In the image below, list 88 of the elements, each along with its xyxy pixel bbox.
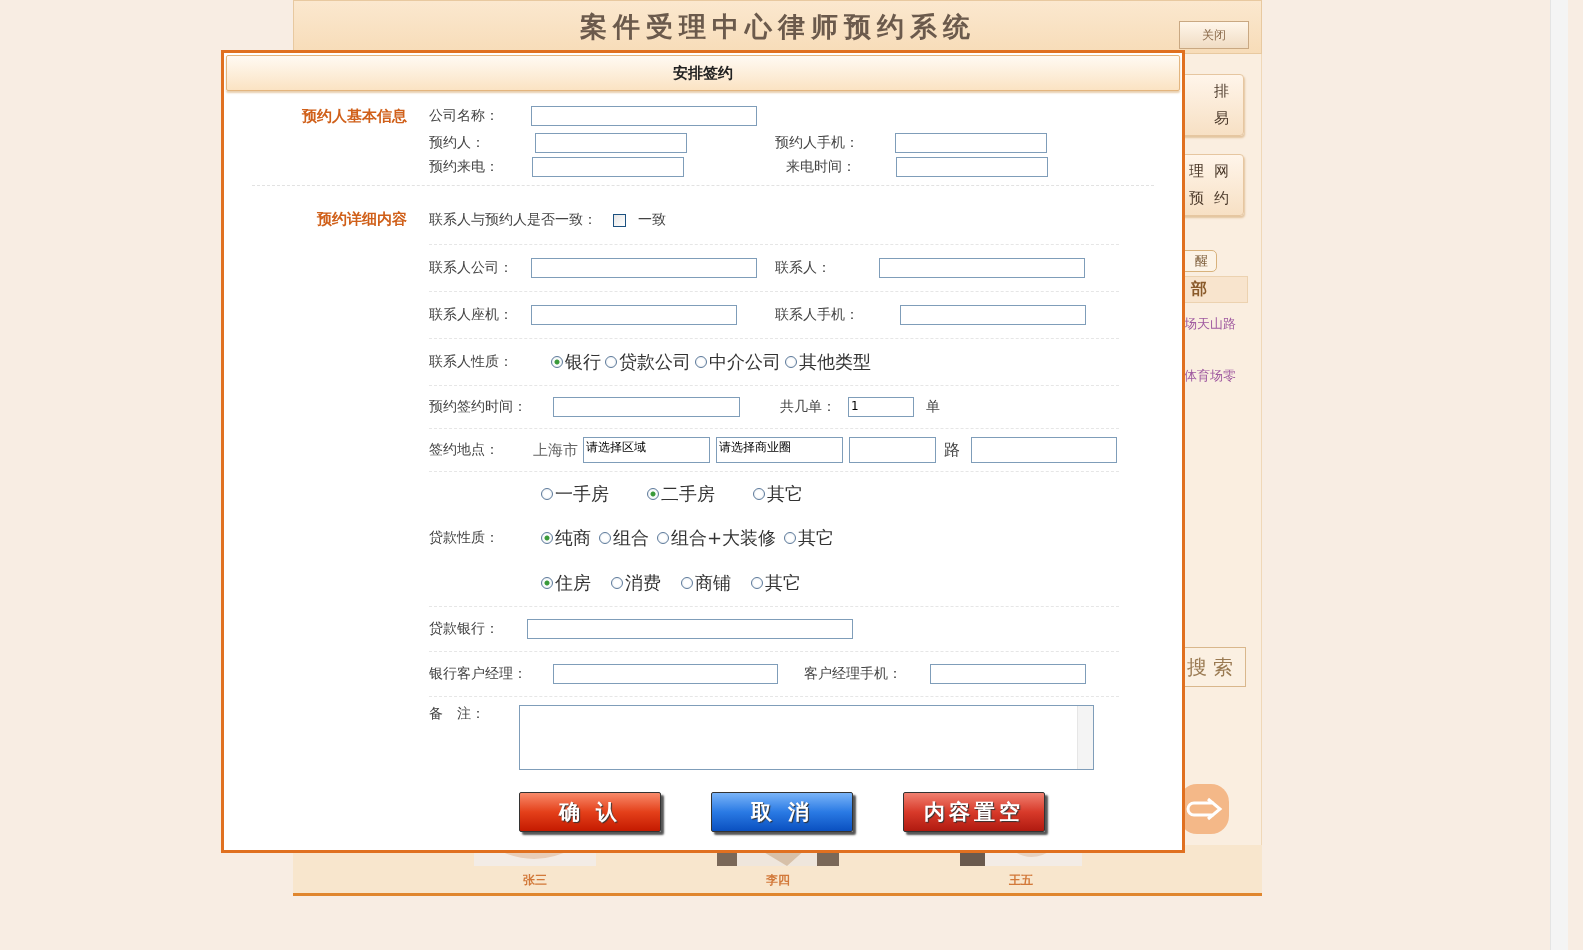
close-button[interactable]: 关闭	[1179, 21, 1249, 49]
radio-option[interactable]: 组合	[599, 526, 649, 550]
input-field[interactable]	[531, 258, 757, 278]
menu-card-text: 理 网	[1189, 162, 1229, 181]
radio-button[interactable]	[541, 577, 553, 589]
input-field[interactable]	[896, 157, 1048, 177]
input-field[interactable]	[553, 397, 740, 417]
radio-button[interactable]	[541, 488, 553, 500]
radio-option[interactable]: 纯商	[541, 526, 591, 550]
scrollbar[interactable]	[1077, 706, 1093, 769]
address-link[interactable]: 场天山路	[1184, 315, 1236, 333]
input-field[interactable]	[849, 437, 936, 463]
city-label: 上海市	[533, 440, 579, 460]
radio-option[interactable]: 其它	[751, 571, 801, 595]
radio-button[interactable]	[657, 532, 669, 544]
input-field[interactable]	[879, 258, 1085, 278]
text-area[interactable]	[519, 705, 1094, 770]
field-label: 预约人：	[429, 134, 486, 152]
field-label: 签约地点：	[429, 441, 500, 459]
input-field[interactable]	[531, 106, 757, 126]
radio-button[interactable]	[751, 577, 763, 589]
field-label: 联系人：	[775, 259, 832, 277]
menu-card-text: 预 约	[1189, 189, 1229, 208]
section-heading: 预约人基本信息	[301, 106, 408, 127]
section-heading: 预约详细内容	[316, 209, 408, 230]
dialog-title: 安排签约	[226, 55, 1180, 91]
field-label: 共几单：	[780, 398, 837, 416]
radio-option[interactable]: 商铺	[681, 571, 731, 595]
radio-button[interactable]	[753, 488, 765, 500]
radio-option[interactable]: 贷款公司	[605, 350, 691, 374]
field-label: 来电时间：	[786, 158, 857, 176]
radio-button[interactable]	[611, 577, 623, 589]
radio-button[interactable]	[551, 356, 563, 368]
cancel-button[interactable]: 取 消	[711, 792, 853, 832]
radio-button[interactable]	[784, 532, 797, 544]
radio-option[interactable]: 组合+大装修	[657, 526, 777, 550]
checkbox-label: 一致	[638, 211, 666, 229]
field-label: 公司名称：	[429, 107, 500, 125]
radio-button[interactable]	[605, 356, 617, 368]
input-field[interactable]: 请选择商业圈	[716, 437, 843, 463]
field-label: 客户经理手机：	[804, 665, 903, 683]
radio-option[interactable]: 二手房	[647, 482, 715, 506]
reset-button[interactable]: 内容置空	[903, 792, 1045, 832]
input-field[interactable]: 1	[848, 397, 914, 417]
radio-button[interactable]	[785, 356, 797, 368]
radio-button[interactable]	[541, 532, 553, 544]
field-label: 联系人性质：	[429, 353, 514, 371]
radio-option[interactable]: 一手房	[541, 482, 609, 506]
input-field[interactable]	[895, 133, 1047, 153]
field-label: 联系人与预约人是否一致：	[429, 211, 597, 229]
radio-button[interactable]	[647, 488, 659, 500]
radio-option[interactable]: 其他类型	[785, 350, 871, 374]
radio-button[interactable]	[599, 532, 611, 544]
input-field[interactable]	[553, 664, 778, 684]
input-field[interactable]	[900, 305, 1086, 325]
input-field[interactable]: 请选择区域	[583, 437, 710, 463]
unit-label: 单	[926, 398, 940, 416]
radio-button[interactable]	[681, 577, 693, 589]
radio-option[interactable]: 银行	[551, 350, 601, 374]
radio-option[interactable]: 中介公司	[695, 350, 781, 374]
input-field[interactable]	[531, 305, 737, 325]
page-title: 案件受理中心律师预约系统	[579, 10, 976, 44]
menu-card-text: 排	[1214, 82, 1229, 101]
input-field[interactable]	[527, 619, 853, 639]
menu-card-text: 易	[1214, 109, 1229, 128]
field-label: 贷款性质：	[429, 529, 500, 547]
field-label: 联系人手机：	[775, 306, 860, 324]
field-label: 银行客户经理：	[429, 665, 528, 683]
field-label: 贷款银行：	[429, 620, 500, 638]
address-link[interactable]: 体育场零	[1184, 367, 1236, 385]
field-label: 备 注：	[429, 705, 486, 723]
checkbox[interactable]	[613, 213, 626, 227]
radio-option[interactable]: 其它	[784, 526, 835, 550]
radio-option[interactable]: 住房	[541, 571, 591, 595]
radio-option[interactable]: 消费	[611, 571, 661, 595]
input-field[interactable]	[930, 664, 1086, 684]
field-label: 预约人手机：	[775, 134, 860, 152]
field-label: 预约签约时间：	[429, 398, 528, 416]
road-label: 路	[944, 439, 961, 461]
input-field[interactable]	[971, 437, 1117, 463]
input-field[interactable]	[532, 157, 684, 177]
field-label: 联系人座机：	[429, 306, 514, 324]
field-label: 预约来电：	[429, 158, 500, 176]
radio-option[interactable]: 其它	[753, 482, 803, 506]
confirm-button[interactable]: 确 认	[519, 792, 661, 832]
radio-button[interactable]	[695, 356, 707, 368]
input-field[interactable]	[535, 133, 687, 153]
field-label: 联系人公司：	[429, 259, 514, 277]
